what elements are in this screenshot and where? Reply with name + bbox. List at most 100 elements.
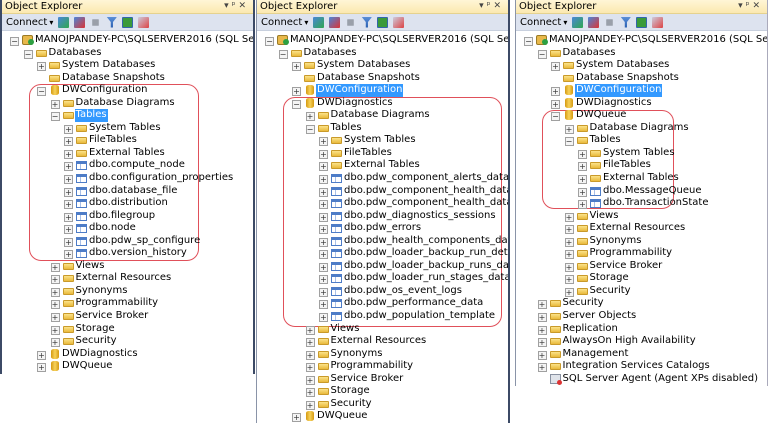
expand-icon[interactable]: + (319, 275, 328, 285)
filter-icon[interactable] (106, 16, 118, 28)
tree-node[interactable]: + Security (516, 285, 767, 298)
expand-icon[interactable]: + (292, 87, 301, 97)
expand-icon[interactable]: + (551, 87, 560, 97)
tree-node[interactable]: + Replication (516, 323, 767, 336)
collapse-icon[interactable]: − (37, 87, 46, 97)
activity-monitor-icon[interactable] (138, 16, 150, 28)
tree-node[interactable]: Database Snapshots (2, 72, 253, 85)
tree-node[interactable]: + Service Broker (2, 310, 253, 323)
stop-icon[interactable] (92, 18, 100, 26)
tree-view[interactable]: −MANOJPANDEY-PC\SQLSERVER2016 (SQL Serve… (257, 34, 508, 423)
expand-icon[interactable]: + (64, 225, 73, 235)
expand-icon[interactable]: + (50, 313, 60, 323)
expand-icon[interactable]: + (319, 237, 328, 247)
tree-view[interactable]: −MANOJPANDEY-PC\SQLSERVER2016 (SQL Serve… (2, 34, 253, 373)
window-position-icon[interactable]: ▾ (738, 1, 746, 11)
tree-node[interactable]: − Tables (257, 122, 508, 135)
collapse-icon[interactable]: − (50, 112, 60, 122)
expand-icon[interactable]: + (537, 300, 547, 310)
expand-icon[interactable]: + (564, 212, 574, 222)
expand-icon[interactable]: + (319, 187, 328, 197)
disconnect-icon[interactable] (329, 16, 341, 28)
tree-node[interactable]: + System Tables (516, 147, 767, 160)
expand-icon[interactable]: + (564, 287, 574, 297)
expand-icon[interactable]: + (319, 149, 328, 159)
tree-node[interactable]: + FileTables (516, 159, 767, 172)
tree-node[interactable]: + Programmability (2, 297, 253, 310)
expand-icon[interactable]: + (305, 375, 315, 385)
tree-node[interactable]: + Storage (257, 385, 508, 398)
tree-node[interactable]: + Programmability (257, 360, 508, 373)
tree-node[interactable]: Database Snapshots (257, 72, 508, 85)
tree-node[interactable]: − Databases (2, 47, 253, 60)
tree-node[interactable]: + Synonyms (516, 235, 767, 248)
expand-icon[interactable]: + (319, 250, 328, 260)
expand-icon[interactable]: + (564, 237, 574, 247)
expand-icon[interactable]: + (319, 300, 328, 310)
tree-node[interactable]: + Management (516, 348, 767, 361)
collapse-icon[interactable]: − (305, 124, 315, 134)
tree-node[interactable]: + Service Broker (516, 260, 767, 273)
tree-node[interactable]: − Databases (516, 47, 767, 60)
tree-node[interactable]: + FileTables (257, 147, 508, 160)
tree-node[interactable]: + AlwaysOn High Availability (516, 335, 767, 348)
activity-monitor-icon[interactable] (652, 16, 664, 28)
refresh-icon[interactable] (636, 16, 648, 28)
tree-node[interactable]: − Tables (2, 109, 253, 122)
collapse-icon[interactable]: − (23, 49, 33, 59)
tree-node[interactable]: − DWDiagnostics (257, 97, 508, 110)
tree-node[interactable]: + dbo.filegroup (2, 210, 253, 223)
tree-node[interactable]: + dbo.database_file (2, 185, 253, 198)
expand-icon[interactable]: + (551, 62, 560, 72)
expand-icon[interactable]: + (319, 137, 328, 147)
expand-icon[interactable]: + (319, 200, 328, 210)
expand-icon[interactable]: + (578, 187, 587, 197)
expand-icon[interactable]: + (50, 275, 60, 285)
expand-icon[interactable]: + (64, 162, 73, 172)
collapse-icon[interactable]: − (551, 112, 560, 122)
collapse-icon[interactable]: − (537, 49, 547, 59)
collapse-icon[interactable]: − (524, 37, 533, 46)
expand-icon[interactable]: + (50, 338, 60, 348)
tree-node[interactable]: + dbo.pdw_health_components_data (257, 235, 508, 248)
tree-node[interactable]: + dbo.pdw_population_template (257, 310, 508, 323)
expand-icon[interactable]: + (50, 99, 60, 109)
expand-icon[interactable]: + (319, 287, 328, 297)
activity-monitor-icon[interactable] (393, 16, 405, 28)
tree-node[interactable]: + DWConfiguration (257, 84, 508, 97)
expand-icon[interactable]: + (319, 262, 328, 272)
collapse-icon[interactable]: − (292, 99, 301, 109)
connect-button[interactable]: Connect ▾ (6, 17, 53, 28)
tree-node[interactable]: + Server Objects (516, 310, 767, 323)
tree-node[interactable]: − DWQueue (516, 109, 767, 122)
tree-node[interactable]: + dbo.pdw_component_health_data (257, 185, 508, 198)
collapse-icon[interactable]: − (564, 137, 574, 147)
tree-node[interactable]: + dbo.pdw_loader_backup_run_details_data (257, 247, 508, 260)
connect-icon[interactable] (313, 16, 325, 28)
expand-icon[interactable]: + (564, 275, 574, 285)
tree-node[interactable]: + dbo.node (2, 222, 253, 235)
tree-node[interactable]: − MANOJPANDEY-PC\SQLSERVER2016 (SQL Serve… (516, 34, 767, 47)
tree-node[interactable]: − MANOJPANDEY-PC\SQLSERVER2016 (SQL Serve… (2, 34, 253, 47)
tree-node[interactable]: + External Tables (516, 172, 767, 185)
disconnect-icon[interactable] (74, 16, 86, 28)
tree-node[interactable]: Database Snapshots (516, 72, 767, 85)
expand-icon[interactable]: + (319, 313, 328, 323)
tree-node[interactable]: + External Resources (2, 272, 253, 285)
tree-node[interactable]: + Service Broker (257, 373, 508, 386)
tree-view[interactable]: −MANOJPANDEY-PC\SQLSERVER2016 (SQL Serve… (516, 34, 767, 385)
expand-icon[interactable]: + (64, 237, 73, 247)
expand-icon[interactable]: + (551, 99, 560, 109)
tree-node[interactable]: + Storage (516, 272, 767, 285)
tree-node[interactable]: + DWQueue (257, 410, 508, 423)
expand-icon[interactable]: + (537, 363, 547, 373)
tree-node[interactable]: + System Databases (516, 59, 767, 72)
collapse-icon[interactable]: − (278, 49, 288, 59)
tree-node[interactable]: + Synonyms (257, 348, 508, 361)
tree-node[interactable]: + Security (516, 297, 767, 310)
tree-node[interactable]: + dbo.TransactionState (516, 197, 767, 210)
close-icon[interactable]: ✕ (752, 1, 763, 11)
expand-icon[interactable]: + (64, 149, 73, 159)
expand-icon[interactable]: + (578, 149, 587, 159)
tree-node[interactable]: + dbo.pdw_diagnostics_sessions (257, 210, 508, 223)
